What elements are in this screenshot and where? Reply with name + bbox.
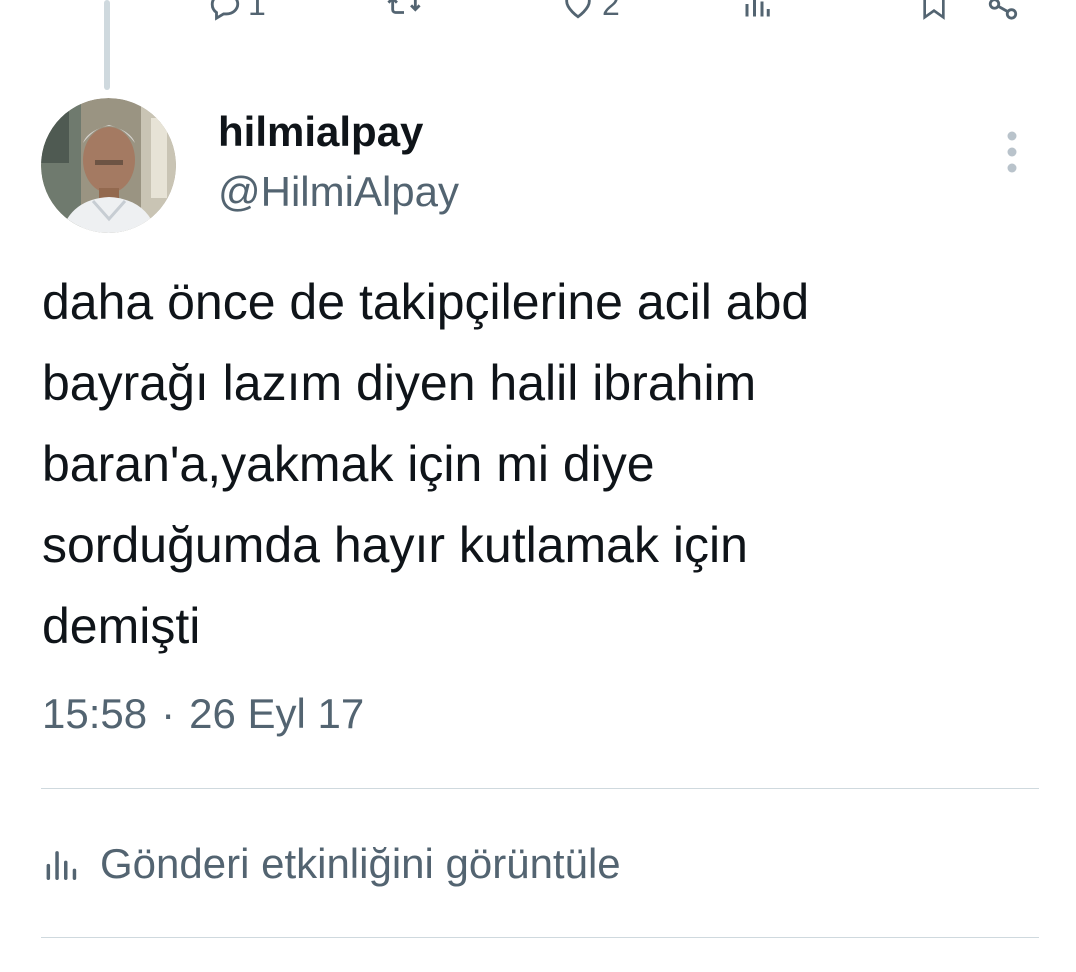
share-icon — [988, 0, 1018, 20]
repost-button[interactable] — [386, 0, 422, 22]
share-button[interactable] — [986, 0, 1020, 22]
like-button[interactable]: 2 — [560, 0, 620, 22]
divider — [41, 937, 1039, 938]
tweet-date: 26 Eyl 17 — [189, 690, 365, 737]
heart-icon — [565, 0, 591, 19]
divider — [41, 788, 1039, 789]
bookmark-icon — [923, 0, 945, 20]
timestamp-separator: · — [161, 690, 176, 737]
author-handle[interactable]: @HilmiAlpay — [218, 166, 459, 218]
repost-icon — [387, 0, 421, 14]
tweet-time: 15:58 — [42, 690, 148, 737]
more-vertical-icon — [1007, 131, 1017, 173]
profile-photo — [41, 98, 176, 233]
more-options-button[interactable] — [996, 128, 1028, 176]
view-post-activity-label: Gönderi etkinliğini görüntüle — [100, 840, 621, 887]
views-icon — [745, 0, 770, 17]
previous-tweet-action-bar: 1 2 — [0, 0, 1076, 24]
reply-icon — [210, 0, 240, 21]
like-count: 2 — [602, 0, 620, 22]
tweet-timestamp[interactable]: 15:58 · 26 Eyl 17 — [42, 686, 364, 742]
reply-count: 1 — [248, 0, 266, 22]
bookmark-button[interactable] — [918, 0, 950, 22]
reply-button[interactable]: 1 — [208, 0, 266, 22]
author-display-name[interactable]: hilmialpay — [218, 106, 423, 158]
view-post-activity-button[interactable]: Gönderi etkinliğini görüntüle — [42, 834, 621, 894]
thread-connector-line — [104, 0, 110, 90]
tweet-text: daha önce de takipçilerine acil abd bayr… — [42, 274, 810, 654]
analytics-icon — [46, 851, 77, 880]
avatar[interactable] — [41, 98, 176, 233]
views-button[interactable] — [742, 0, 772, 22]
